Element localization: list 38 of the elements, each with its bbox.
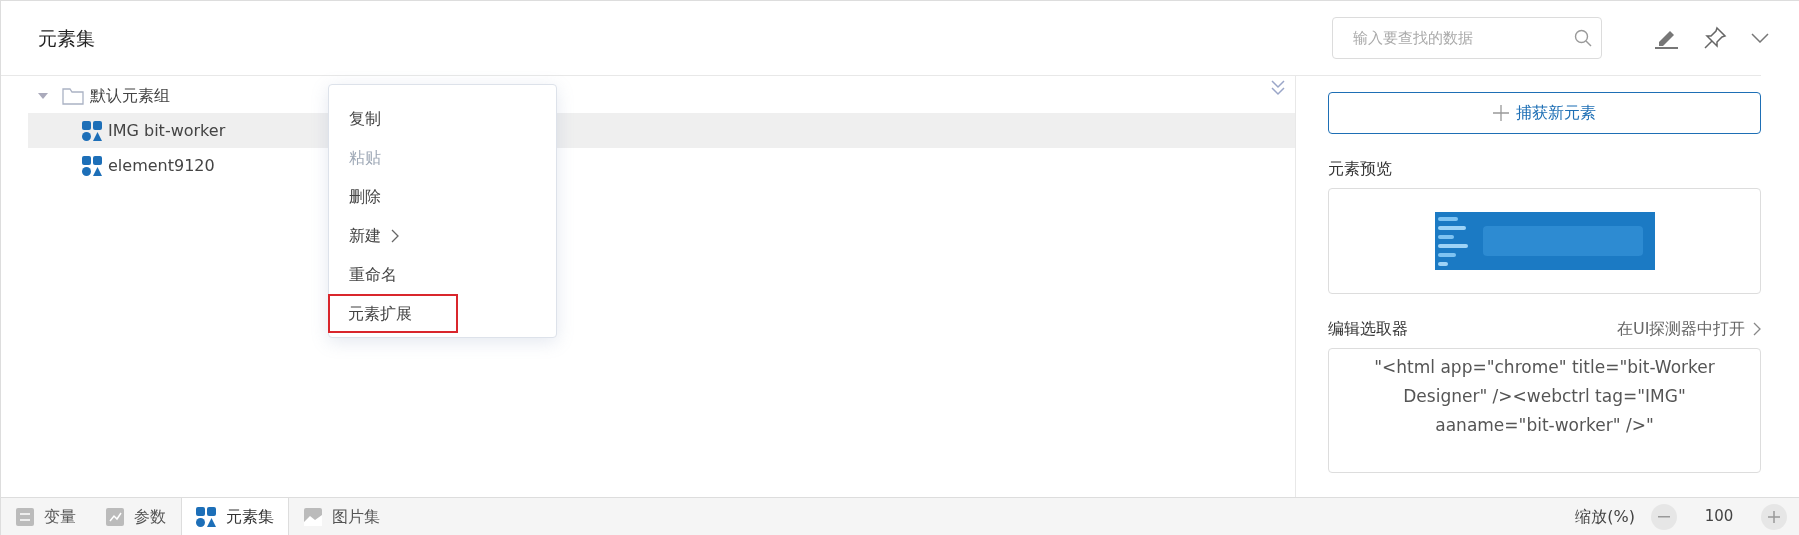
chart-icon [106,507,124,526]
search-field[interactable]: 输入要查找的数据 [1332,17,1602,59]
zoom-value: 100 [1703,506,1735,528]
panel-title: 元素集 [38,25,95,51]
pin-icon[interactable] [1703,26,1727,50]
section-label: 编辑选取器 [1328,317,1408,340]
zoom-label: 缩放(%) [1575,505,1635,528]
menu-item[interactable]: 重命名 [329,255,556,294]
element-icon [82,120,102,141]
folder-icon [62,86,84,105]
plus-icon [1768,510,1780,523]
bottom-tab[interactable]: 元素集 [181,498,289,535]
bottom-tab[interactable]: 变量 [1,498,91,535]
menu-item[interactable]: 新建 [329,216,556,255]
caret-down-icon[interactable] [38,91,48,100]
selector-field[interactable]: "<html app="chrome" title="bit-Worker Designer" /><webctrl tag="IMG" aaname="bit-worker" />" [1328,348,1761,473]
zoom-in-button[interactable] [1761,503,1787,530]
chevron-down-icon[interactable] [1751,33,1769,43]
menu-item[interactable]: 元素扩展 [328,294,458,333]
plus-icon [1492,105,1509,121]
image-icon [304,507,322,526]
element-icon [196,506,216,527]
search-icon [1574,29,1592,47]
collapse-all-icon[interactable] [1271,80,1285,96]
open-link[interactable]: 在UI探测器中打开 [1617,316,1761,341]
section-label: 元素预览 [1328,158,1392,178]
zoom-out-button[interactable] [1651,503,1677,530]
chevron-right-icon [1753,321,1761,336]
tree-row[interactable]: element9120 [28,148,223,183]
list-icon [16,507,34,526]
bottom-tab[interactable]: 参数 [91,498,181,535]
bottom-tab[interactable]: 图片集 [289,498,395,535]
menu-item[interactable]: 删除 [329,177,556,216]
chevron-right-icon [391,228,399,243]
tree-row[interactable]: 默认元素组 [28,78,178,113]
minus-icon [1658,515,1670,518]
element-icon [82,155,102,176]
capture-button[interactable]: 捕获新元素 [1328,92,1761,134]
